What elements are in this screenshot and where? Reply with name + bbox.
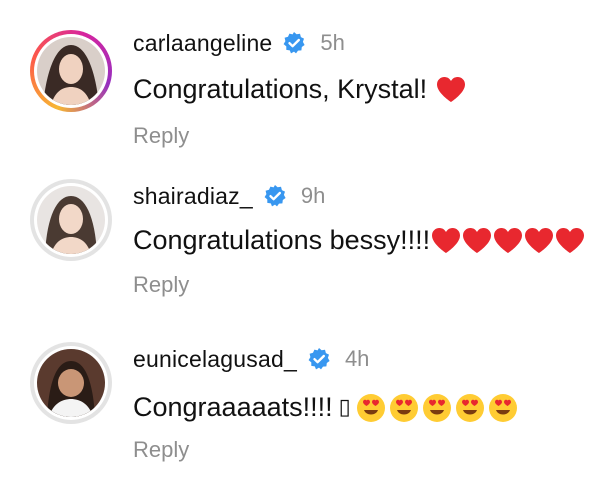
comment-item: shairadiaz_ 9h Congratulations bessy!!!!… [0, 167, 600, 317]
verified-badge-icon [284, 32, 306, 54]
heart-eyes-emoji [389, 393, 418, 422]
avatar[interactable] [30, 342, 112, 424]
missing-glyph: ▯ [338, 395, 351, 420]
username[interactable]: eunicelagusad_ [133, 346, 297, 373]
emoji-row [353, 393, 518, 423]
hearts-row [430, 227, 585, 254]
heart-eyes-emoji [455, 393, 484, 422]
comment-text: Congratulations bessy!!!! [133, 225, 585, 256]
hearts-row [435, 76, 466, 103]
timestamp: 4h [344, 346, 370, 371]
timestamp: 5h [320, 30, 345, 55]
comment-item: carlaangeline 5h Congratulations, Krysta… [0, 18, 600, 168]
username[interactable]: carlaangeline [133, 30, 272, 57]
red-heart-emoji [432, 228, 461, 253]
comment-text: Congraaaaats!!!! ▯ [133, 392, 518, 423]
avatar[interactable] [30, 30, 112, 112]
avatar-image [37, 349, 105, 417]
username[interactable]: shairadiaz_ [133, 183, 253, 210]
reply-button[interactable]: Reply [133, 272, 189, 298]
verified-badge-icon [264, 185, 286, 207]
heart-eyes-emoji [356, 393, 385, 422]
red-heart-emoji [437, 77, 466, 102]
reply-button[interactable]: Reply [133, 123, 189, 149]
comment-text: Congratulations, Krystal! [133, 74, 466, 105]
avatar-image [37, 37, 105, 105]
avatar-image [37, 186, 105, 254]
red-heart-emoji [463, 228, 492, 253]
reply-button[interactable]: Reply [133, 437, 189, 463]
heart-eyes-emoji [422, 393, 451, 422]
timestamp: 9h [300, 183, 326, 208]
comment-item: eunicelagusad_ 4h Congraaaaats!!!! ▯ Rep… [0, 332, 600, 482]
red-heart-emoji [494, 228, 523, 253]
heart-eyes-emoji [488, 393, 517, 422]
red-heart-emoji [556, 228, 585, 253]
avatar[interactable] [30, 179, 112, 261]
verified-badge-icon [308, 348, 330, 370]
red-heart-emoji [525, 228, 554, 253]
